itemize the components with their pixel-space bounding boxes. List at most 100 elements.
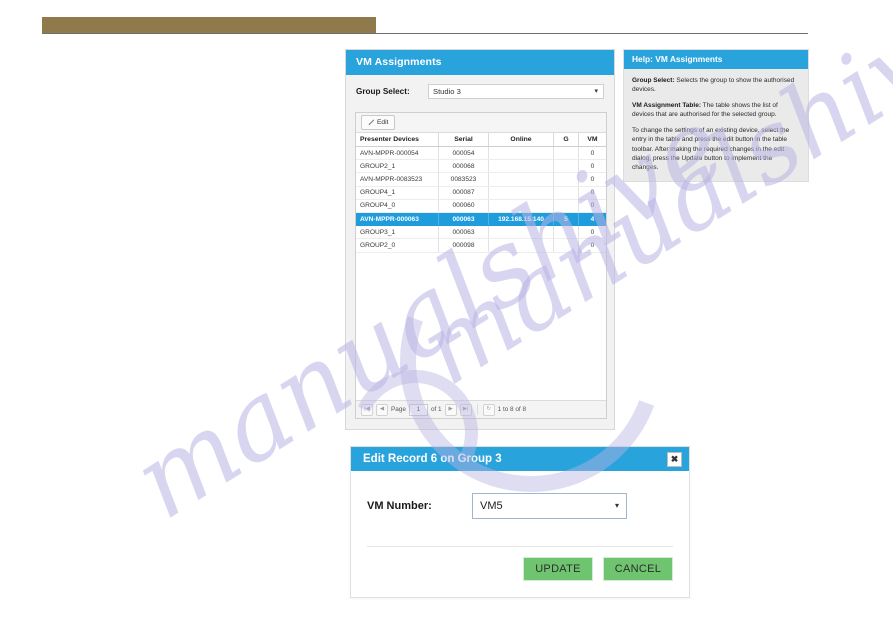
- cell-online: [488, 146, 554, 161]
- chevron-down-icon: ▾: [614, 501, 619, 510]
- help-card-title: Help: VM Assignments: [624, 50, 808, 69]
- cell-serial: 000063: [438, 212, 489, 227]
- vm-assignments-title: VM Assignments: [346, 50, 614, 75]
- cell-g: [553, 238, 579, 253]
- table-row[interactable]: AVN-MPPR-0083523 0083523 0: [356, 172, 606, 187]
- cell-device: AVN-MPPR-000063: [356, 212, 439, 227]
- cell-serial: 000087: [438, 186, 489, 200]
- help-paragraph: VM Assignment Table: The table shows the…: [632, 101, 800, 120]
- page-top-banner: [42, 17, 376, 33]
- cell-device: GROUP4_0: [356, 199, 439, 213]
- cell-serial: 000060: [438, 199, 489, 213]
- help-paragraph: To change the settings of an existing de…: [632, 126, 800, 173]
- cell-vm: 0: [578, 238, 606, 253]
- cell-online: 192.168.15.140: [488, 212, 554, 227]
- cell-vm: 0: [578, 225, 606, 240]
- cell-online: [488, 186, 554, 200]
- help-text: To change the settings of an existing de…: [632, 126, 790, 172]
- dialog-title: Edit Record 6 on Group 3: [363, 453, 502, 465]
- table-row[interactable]: GROUP2_1 000068 0: [356, 159, 606, 174]
- help-term: Group Select:: [632, 77, 675, 84]
- cell-g: [553, 172, 579, 187]
- help-term: VM Assignment Table:: [632, 101, 701, 109]
- dialog-divider: [367, 546, 673, 547]
- cell-vm: 0: [578, 159, 606, 174]
- cell-serial: 0083523: [438, 172, 489, 187]
- pencil-icon: [368, 120, 374, 126]
- pagination-range-text: 1 to 8 of 8: [497, 406, 527, 413]
- page-of-label: of 1: [430, 406, 442, 413]
- table-row[interactable]: AVN-MPPR-000054 000054 0: [356, 146, 606, 161]
- refresh-icon[interactable]: ↻: [482, 403, 495, 416]
- cell-online: [488, 172, 554, 187]
- update-button[interactable]: UPDATE: [523, 557, 593, 581]
- cell-g: 5: [553, 212, 579, 227]
- table-rows: AVN-MPPR-000054 000054 0 GROUP2_1 000068 0 AVN…: [356, 146, 606, 253]
- table-header-row: Presenter Devices Serial Online G VM: [356, 133, 606, 147]
- column-header-presenter-devices[interactable]: Presenter Devices: [356, 133, 439, 147]
- help-card-body: Group Select: Selects the group to show …: [624, 69, 808, 179]
- column-header-g[interactable]: G: [553, 133, 579, 147]
- group-select-dropdown[interactable]: Studio 3 ▾: [428, 84, 604, 99]
- cell-serial: 000068: [438, 159, 489, 174]
- cell-g: [553, 225, 579, 240]
- dialog-title-bar: Edit Record 6 on Group 3 ✖: [351, 447, 689, 471]
- page-top-rule: [42, 33, 808, 34]
- edit-record-dialog: Edit Record 6 on Group 3 ✖ VM Number: VM…: [350, 446, 690, 598]
- cancel-button[interactable]: CANCEL: [603, 557, 673, 581]
- group-select-value: Studio 3: [433, 87, 461, 96]
- vm-number-value: VM5: [480, 500, 503, 512]
- pagination-divider: [476, 404, 478, 415]
- cell-g: [553, 146, 579, 161]
- table-pagination: |◀ ◀ Page 1 of 1 ▶ ▶| ↻ 1 to 8 of 8: [356, 400, 606, 418]
- vm-number-select[interactable]: VM5 ▾: [472, 493, 627, 519]
- group-select-row: Group Select: Studio 3 ▾: [346, 75, 614, 105]
- table-toolbar: Edit: [356, 113, 606, 133]
- column-header-online[interactable]: Online: [488, 133, 554, 147]
- table-row[interactable]: AVN-MPPR-000063 000063 192.168.15.140 5 4: [356, 212, 606, 227]
- page-number-input[interactable]: 1: [408, 403, 428, 416]
- cell-online: [488, 238, 554, 253]
- cell-g: [553, 159, 579, 174]
- cell-vm: 0: [578, 146, 606, 161]
- cell-g: [553, 199, 579, 213]
- cell-device: GROUP4_1: [356, 186, 439, 200]
- cell-online: [488, 199, 554, 213]
- column-header-vm[interactable]: VM: [578, 133, 606, 147]
- cell-serial: 000054: [438, 146, 489, 161]
- vm-assignment-table-wrapper: Edit Presenter Devices Serial Online G V…: [355, 112, 607, 419]
- table-body-area: Presenter Devices Serial Online G VM AVN…: [356, 133, 606, 400]
- cell-serial: 000063: [438, 225, 489, 240]
- group-select-label: Group Select:: [356, 87, 410, 96]
- cell-vm: 0: [578, 186, 606, 200]
- cell-device: GROUP2_0: [356, 238, 439, 253]
- close-icon[interactable]: ✖: [667, 451, 682, 467]
- cell-device: GROUP3_1: [356, 225, 439, 240]
- cell-online: [488, 159, 554, 174]
- edit-button[interactable]: Edit: [361, 115, 396, 130]
- column-header-serial[interactable]: Serial: [438, 133, 489, 147]
- table-row[interactable]: GROUP2_0 000098 0: [356, 238, 606, 253]
- cell-vm: 4: [578, 212, 606, 227]
- vm-assignment-table: Presenter Devices Serial Online G VM AVN…: [356, 133, 606, 253]
- dialog-actions: UPDATE CANCEL: [523, 557, 673, 581]
- table-row[interactable]: GROUP4_0 000060 0: [356, 199, 606, 213]
- help-paragraph: Group Select: Selects the group to show …: [632, 76, 800, 95]
- cell-device: GROUP2_1: [356, 159, 439, 174]
- cell-device: AVN-MPPR-0083523: [356, 172, 439, 187]
- cell-vm: 0: [578, 172, 606, 187]
- table-row[interactable]: GROUP3_1 000063 0: [356, 225, 606, 240]
- last-page-icon[interactable]: ▶|: [459, 403, 472, 416]
- first-page-icon[interactable]: |◀: [361, 403, 373, 416]
- edit-button-label: Edit: [377, 119, 389, 126]
- vm-number-label: VM Number:: [367, 500, 432, 512]
- help-card: Help: VM Assignments Group Select: Selec…: [623, 49, 809, 182]
- table-row[interactable]: GROUP4_1 000087 0: [356, 186, 606, 200]
- chevron-down-icon: ▾: [594, 88, 598, 95]
- cell-online: [488, 225, 554, 240]
- next-page-icon[interactable]: ▶: [444, 403, 457, 416]
- prev-page-icon[interactable]: ◀: [376, 403, 388, 416]
- cell-g: [553, 186, 579, 200]
- vm-number-field-row: VM Number: VM5 ▾: [351, 471, 689, 519]
- cell-serial: 000098: [438, 238, 489, 253]
